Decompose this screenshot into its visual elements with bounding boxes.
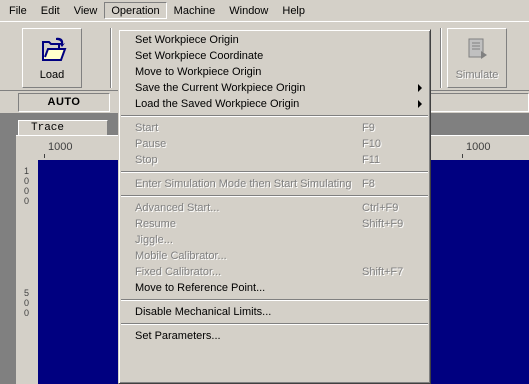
menu-separator <box>119 192 430 200</box>
menu-item-label: Load the Saved Workpiece Origin <box>135 98 300 110</box>
menu-item-shortcut: Shift+F7 <box>362 266 404 278</box>
menu-window[interactable]: Window <box>222 2 275 19</box>
menu-window-label: Window <box>229 4 269 17</box>
simulate-icon <box>468 38 487 59</box>
menu-item-label: Set Parameters... <box>135 330 221 342</box>
ruler-label: 1000 <box>21 166 32 206</box>
menu-item-label: Set Workpiece Origin <box>135 34 239 46</box>
menu-item-jiggle[interactable]: Jiggle... <box>119 232 430 248</box>
tab-trace-label: Trace <box>31 122 65 134</box>
menu-item-advanced-start[interactable]: Advanced Start... Ctrl+F9 <box>119 200 430 216</box>
menu-separator <box>119 168 430 176</box>
menu-item-label: Mobile Calibrator... <box>135 250 227 262</box>
menu-item-label: Start <box>135 122 159 134</box>
menu-item-set-parameters[interactable]: Set Parameters... <box>119 328 430 344</box>
simulate-button-label: Simulate <box>455 69 499 81</box>
mode-status-panel <box>430 93 529 112</box>
ruler-label: 1000 <box>466 141 491 153</box>
menu-item-move-to-workpiece-origin[interactable]: Move to Workpiece Origin <box>119 64 430 80</box>
toolbar-separator <box>110 28 112 88</box>
menu-file-label: File <box>9 4 27 17</box>
ruler-tick <box>44 154 45 158</box>
submenu-arrow-icon <box>418 100 422 108</box>
menu-item-load-the-saved-workpiece-origin[interactable]: Load the Saved Workpiece Origin <box>119 96 430 112</box>
menu-item-shortcut: Shift+F9 <box>362 218 404 230</box>
menu-item-label: Save the Current Workpiece Origin <box>135 82 306 94</box>
menu-edit-label: Edit <box>40 4 60 17</box>
ruler-tick <box>462 154 463 158</box>
ruler-label-vertical: 1000 <box>21 166 32 208</box>
menu-item-stop[interactable]: Stop F11 <box>119 152 430 168</box>
menu-item-shortcut: Ctrl+F9 <box>362 202 399 214</box>
menu-item-label: Enter Simulation Mode then Start Simulat… <box>135 178 352 190</box>
menu-operation[interactable]: Operation <box>104 1 167 19</box>
menu-item-mobile-calibrator[interactable]: Mobile Calibrator... <box>119 248 430 264</box>
menu-item-pause[interactable]: Pause F10 <box>119 136 430 152</box>
menu-help-label: Help <box>282 4 305 17</box>
ruler-label-vertical: 500 <box>21 288 32 320</box>
operation-menu: Set Workpiece Origin Set Workpiece Coordi… <box>118 29 431 384</box>
menu-operation-label: Operation <box>111 4 160 17</box>
menu-item-disable-mechanical-limits[interactable]: Disable Mechanical Limits... <box>119 304 430 320</box>
menu-item-set-workpiece-origin[interactable]: Set Workpiece Origin <box>119 32 430 48</box>
menu-file[interactable]: File <box>2 2 34 19</box>
menu-machine-label: Machine <box>173 4 216 17</box>
menu-item-label: Set Workpiece Coordinate <box>135 50 264 62</box>
menu-bar: File Edit View Operation Machine Window … <box>0 0 529 20</box>
menu-separator <box>119 296 430 304</box>
ruler-label: 500 <box>21 288 32 318</box>
menu-item-move-to-reference-point[interactable]: Move to Reference Point... <box>119 280 430 296</box>
menu-item-label: Resume <box>135 218 176 230</box>
menu-item-save-the-current-workpiece-origin[interactable]: Save the Current Workpiece Origin <box>119 80 430 96</box>
menu-item-set-workpiece-coordinate[interactable]: Set Workpiece Coordinate <box>119 48 430 64</box>
ruler-vertical: 1000 500 <box>18 160 36 384</box>
mode-indicator: AUTO <box>18 93 110 112</box>
menu-item-enter-simulation-mode-then-start-simulating[interactable]: Enter Simulation Mode then Start Simulat… <box>119 176 430 192</box>
menu-view-label: View <box>73 4 98 17</box>
submenu-arrow-icon <box>418 84 422 92</box>
menu-item-label: Jiggle... <box>135 234 173 246</box>
menu-item-shortcut: F10 <box>362 138 381 150</box>
menu-item-shortcut: F8 <box>362 178 375 190</box>
menu-item-shortcut: F9 <box>362 122 375 134</box>
simulate-button[interactable]: Simulate <box>447 28 507 88</box>
menu-edit[interactable]: Edit <box>34 2 67 19</box>
menu-item-label: Fixed Calibrator... <box>135 266 222 278</box>
menu-item-label: Advanced Start... <box>135 202 220 214</box>
menu-item-fixed-calibrator[interactable]: Fixed Calibrator... Shift+F7 <box>119 264 430 280</box>
open-folder-icon <box>42 37 67 61</box>
menu-separator <box>119 320 430 328</box>
menu-item-label: Move to Reference Point... <box>135 282 266 294</box>
menu-item-label: Disable Mechanical Limits... <box>135 306 272 318</box>
menu-item-label: Pause <box>135 138 167 150</box>
menu-machine[interactable]: Machine <box>167 2 223 19</box>
menu-item-start[interactable]: Start F9 <box>119 120 430 136</box>
menu-view[interactable]: View <box>67 2 105 19</box>
ruler-label: 1000 <box>48 141 73 153</box>
menu-item-label: Stop <box>135 154 158 166</box>
menu-help[interactable]: Help <box>275 2 312 19</box>
menu-separator <box>119 112 430 120</box>
menu-item-resume[interactable]: Resume Shift+F9 <box>119 216 430 232</box>
menu-item-shortcut: F11 <box>362 154 381 166</box>
toolbar-separator <box>440 28 442 88</box>
load-button-label: Load <box>39 69 65 81</box>
load-button[interactable]: Load <box>22 28 82 88</box>
menu-item-label: Move to Workpiece Origin <box>135 66 262 78</box>
